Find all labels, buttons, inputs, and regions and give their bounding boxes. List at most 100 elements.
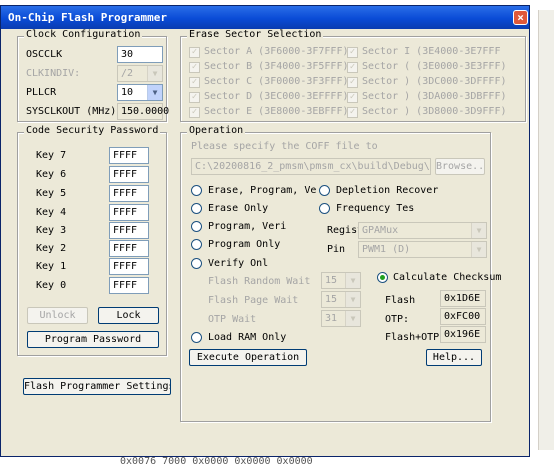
coff-label: Please specify the COFF file to	[191, 141, 378, 152]
radio-label: Frequency Tes	[336, 203, 415, 214]
clock-configuration-title: Clock Configuration	[24, 29, 143, 40]
radio-icon	[319, 203, 330, 214]
check-icon: ✓	[347, 107, 358, 118]
erase-sector-title: Erase Sector Selection	[187, 29, 324, 40]
key-0-input[interactable]: FFFF	[109, 277, 149, 294]
sector-label: Sector A (3F6000-3F7FFF)	[204, 46, 349, 57]
pllcr-label: PLLCR	[26, 87, 57, 98]
radio-label: Erase Only	[208, 203, 269, 214]
key-5-input[interactable]: FFFF	[109, 185, 149, 202]
erase-sector-group: Erase Sector Selection ✓ Sector A (3F6000…	[180, 29, 526, 122]
sector-label: Sector C (3F0000-3F3FFF)	[204, 76, 349, 87]
radio-icon	[191, 332, 202, 343]
register-select[interactable]: GPAMux ▼	[358, 222, 487, 239]
sysclk-label: SYSCLKOUT (MHz):	[26, 106, 123, 117]
radio-label: Program, Veri	[208, 221, 287, 232]
check-icon: ✓	[189, 62, 200, 73]
window-title: On-Chip Flash Programmer	[8, 11, 167, 24]
chevron-down-icon: ▼	[345, 273, 360, 288]
flash-programmer-settings-button[interactable]: Flash Programmer Settings...	[23, 378, 171, 395]
otp-checksum-value: 0xFC00	[440, 308, 486, 325]
clkindiv-value: /2	[121, 68, 134, 79]
check-icon: ✓	[189, 77, 200, 88]
radio-icon	[191, 221, 202, 232]
browse-button[interactable]: Browse...	[435, 158, 485, 175]
check-icon: ✓	[189, 92, 200, 103]
flash-page-wait-select[interactable]: 15 ▼	[321, 291, 361, 308]
code-security-group: Code Security Password Key 7 FFFF Key 6 …	[17, 125, 167, 356]
flash-otp-checksum-value: 0x196E	[440, 326, 486, 343]
title-bar: On-Chip Flash Programmer ×	[1, 6, 529, 29]
chevron-down-icon: ▼	[147, 66, 162, 81]
flash-otp-checksum-label: Flash+OTP:	[385, 332, 446, 343]
operation-title: Operation	[187, 125, 246, 136]
register-value: GPAMux	[362, 225, 399, 236]
otp-wait-select[interactable]: 31 ▼	[321, 310, 361, 327]
close-button[interactable]: ×	[513, 10, 528, 25]
pin-select[interactable]: PWM1 (D) ▼	[358, 241, 487, 258]
key-1-input[interactable]: FFFF	[109, 258, 149, 275]
sector-label: Sector D (3EC000-3EFFFF)	[204, 91, 349, 102]
sector-label: Sector E (3E8000-3EBFFF)	[204, 106, 349, 117]
flash-programmer-dialog: On-Chip Flash Programmer × Clock Configu…	[0, 5, 530, 457]
key-4-input[interactable]: FFFF	[109, 204, 149, 221]
clkindiv-select[interactable]: /2 ▼	[117, 65, 163, 82]
lock-button[interactable]: Lock	[98, 307, 159, 324]
radio-icon	[191, 203, 202, 214]
unlock-button[interactable]: Unlock	[27, 307, 88, 324]
flash-checksum-value: 0x1D6E	[440, 290, 486, 307]
radio-label: Program Only	[208, 239, 281, 250]
flash-random-wait-select[interactable]: 15 ▼	[321, 272, 361, 289]
flash-random-wait-label: Flash Random Wait	[208, 276, 311, 287]
code-security-title: Code Security Password	[24, 125, 161, 136]
radio-label: Erase, Program, Ve	[208, 185, 317, 196]
clkindiv-label: CLKINDIV:	[26, 68, 81, 79]
chevron-down-icon: ▼	[471, 223, 486, 238]
flash-random-wait-value: 15	[325, 275, 338, 286]
key-3-input[interactable]: FFFF	[109, 222, 149, 239]
program-password-button[interactable]: Program Password	[27, 331, 159, 348]
pin-value: PWM1 (D)	[362, 244, 411, 255]
sector-label: Sector ) (3DC000-3DFFFF)	[362, 76, 507, 87]
check-icon: ✓	[189, 107, 200, 118]
chevron-down-icon: ▼	[345, 292, 360, 307]
osc-label: OSCCLK	[26, 49, 63, 60]
radio-icon	[191, 185, 202, 196]
clock-configuration-group: Clock Configuration OSCCLK 30 CLKINDIV: …	[17, 29, 169, 122]
coff-path-input[interactable]: C:\20200816_2_pmsm\pmsm_cx\build\Debug\Z…	[191, 158, 431, 175]
key-7-label: Key 7	[36, 150, 67, 161]
background-scrollbar	[538, 10, 554, 450]
background-text-row: 0x0076 7000 0x0000 0x0000 0x0000	[120, 456, 313, 467]
pin-label: Pin	[327, 244, 346, 255]
osc-input[interactable]: 30	[117, 46, 163, 63]
check-icon: ✓	[347, 62, 358, 73]
flash-page-wait-value: 15	[325, 294, 338, 305]
key-6-input[interactable]: FFFF	[109, 166, 149, 183]
check-icon: ✓	[347, 77, 358, 88]
radio-label: Verify Onl	[208, 258, 269, 269]
key-2-input[interactable]: FFFF	[109, 240, 149, 257]
otp-wait-value: 31	[325, 313, 338, 324]
chevron-down-icon: ▼	[147, 85, 162, 100]
chevron-down-icon: ▼	[345, 311, 360, 326]
flash-page-wait-label: Flash Page Wait	[208, 295, 299, 306]
key-7-input[interactable]: FFFF	[109, 147, 149, 164]
key-5-label: Key 5	[36, 188, 67, 199]
sysclk-value: 150.0000	[117, 103, 169, 120]
radio-icon	[191, 258, 202, 269]
otp-checksum-label: OTP:	[385, 314, 410, 325]
radio-icon	[191, 239, 202, 250]
sector-label: Sector ) (3D8000-3D9FFF)	[362, 106, 507, 117]
execute-operation-button[interactable]: Execute Operation	[189, 349, 307, 366]
key-6-label: Key 6	[36, 169, 67, 180]
key-1-label: Key 1	[36, 261, 67, 272]
pllcr-value: 10	[121, 87, 134, 98]
sector-label: Sector B (3F4000-3F5FFF)	[204, 61, 349, 72]
radio-label: Depletion Recover	[336, 185, 439, 196]
chevron-down-icon: ▼	[471, 242, 486, 257]
pllcr-select[interactable]: 10 ▼	[117, 84, 163, 101]
sector-label: Sector I (3E4000-3E7FFF	[362, 46, 501, 57]
operation-group: Operation Please specify the COFF file t…	[180, 125, 501, 422]
check-icon: ✓	[189, 47, 200, 58]
help-button[interactable]: Help...	[426, 349, 482, 366]
